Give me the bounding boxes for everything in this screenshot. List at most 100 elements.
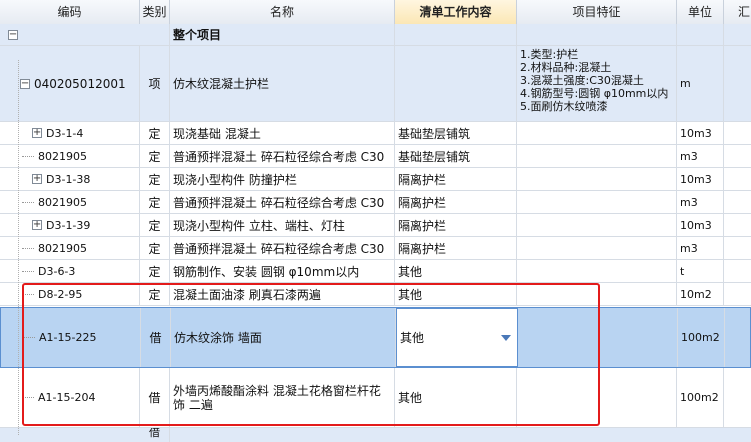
work-content-dropdown[interactable]: 其他 <box>396 308 518 367</box>
item-code: 040205012001 <box>34 76 126 91</box>
row-code: D3-1-39 <box>46 218 91 232</box>
row-type: 定 <box>140 191 170 213</box>
row-features[interactable] <box>518 308 678 367</box>
row-code: D3-1-4 <box>46 126 84 140</box>
row-type: 定 <box>140 122 170 144</box>
quota-row[interactable]: + D3-1-38 定现浇小型构件 防撞护栏 隔离护栏 10m3 <box>0 168 751 191</box>
row-name: 混凝土面油漆 刷真石漆两遍 <box>170 283 395 305</box>
dropdown-value: 其他 <box>400 331 425 345</box>
row-type: 定 <box>140 260 170 282</box>
row-features[interactable] <box>517 168 677 190</box>
feature-line: 3.混凝土强度:C30混凝土 <box>520 74 644 87</box>
collapse-toggle-icon[interactable]: − <box>20 78 30 89</box>
feature-line: 4.钢筋型号:圆钢 φ10mm以内 <box>520 87 669 100</box>
row-code: D3-1-38 <box>46 172 91 186</box>
row-code: D8-2-95 <box>38 287 83 301</box>
row-content[interactable]: 基础垫层铺筑 <box>395 145 517 167</box>
row-features[interactable] <box>517 260 677 282</box>
row-name: 现浇基础 混凝土 <box>170 122 395 144</box>
whole-project-row[interactable]: − 整个项目 <box>0 24 751 46</box>
row-features[interactable] <box>517 122 677 144</box>
row-content[interactable]: 隔离护栏 <box>395 168 517 190</box>
quota-row[interactable]: + D3-1-39 定现浇小型构件 立柱、端柱、灯柱 隔离护栏 10m3 <box>0 214 751 237</box>
row-content[interactable]: 其他 <box>395 283 517 305</box>
row-unit: m3 <box>677 191 724 213</box>
row-type: 定 <box>140 237 170 259</box>
col-type[interactable]: 类别 <box>140 0 170 24</box>
row-name: 普通预拌混凝土 碎石粒径综合考虑 C30 <box>170 145 395 167</box>
row-name: 普通预拌混凝土 碎石粒径综合考虑 C30 <box>170 237 395 259</box>
chevron-down-icon[interactable] <box>501 334 511 341</box>
row-features[interactable] <box>517 283 677 305</box>
row-type: 定 <box>140 145 170 167</box>
col-features[interactable]: 项目特征 <box>517 0 677 24</box>
col-work-content[interactable]: 清单工作内容 <box>395 0 517 24</box>
row-unit: t <box>677 260 724 282</box>
col-code[interactable]: 编码 <box>0 0 140 24</box>
quota-row[interactable]: + D3-1-4 定现浇基础 混凝土 基础垫层铺筑 10m3 <box>0 122 751 145</box>
quota-row[interactable]: D8-2-95 定混凝土面油漆 刷真石漆两遍 其他 10m2 <box>0 283 751 306</box>
item-name: 仿木纹混凝土护栏 <box>170 46 395 121</box>
row-features[interactable] <box>517 191 677 213</box>
row-code: A1-15-225 <box>39 331 97 344</box>
row-unit: 100m2 <box>677 368 724 427</box>
row-content[interactable]: 基础垫层铺筑 <box>395 122 517 144</box>
row-content[interactable]: 隔离护栏 <box>395 214 517 236</box>
col-summary[interactable]: 汇 <box>724 0 751 24</box>
row-type: 借 <box>140 428 170 442</box>
row-code: 8021905 <box>38 195 87 209</box>
bill-item-row[interactable]: − 040205012001 项 仿木纹混凝土护栏 1.类型:护栏 2.材料品种… <box>0 46 751 122</box>
quota-row[interactable]: 8021905 定普通预拌混凝土 碎石粒径综合考虑 C30 隔离护栏 m3 <box>0 237 751 260</box>
row-code: D3-6-3 <box>38 264 76 278</box>
quota-row[interactable]: 8021905 定普通预拌混凝土 碎石粒径综合考虑 C30 隔离护栏 m3 <box>0 191 751 214</box>
row-unit: 10m3 <box>677 122 724 144</box>
row-name: 钢筋制作、安装 圆钢 φ10mm以内 <box>170 260 395 282</box>
row-type: 定 <box>140 168 170 190</box>
tree-guide-line <box>18 60 19 435</box>
row-unit: 10m3 <box>677 214 724 236</box>
column-header: 编码 类别 名称 清单工作内容 项目特征 单位 汇 <box>0 0 751 25</box>
row-unit: m3 <box>677 237 724 259</box>
quota-row[interactable]: A1-15-204 借 外墙丙烯酸酯涂料 混凝土花格窗栏杆花饰 二遍 其他 10… <box>0 368 751 428</box>
row-content[interactable]: 隔离护栏 <box>395 191 517 213</box>
col-name[interactable]: 名称 <box>170 0 395 24</box>
feature-line: 5.面刷仿木纹喷漆 <box>520 100 608 113</box>
row-code: 8021905 <box>38 241 87 255</box>
row-type: 定 <box>140 214 170 236</box>
whole-project-label: 整个项目 <box>170 24 395 45</box>
row-unit: m3 <box>677 145 724 167</box>
row-name: 仿木纹涂饰 墙面 <box>171 308 396 367</box>
expand-toggle-icon[interactable]: + <box>32 174 42 184</box>
row-features[interactable] <box>517 145 677 167</box>
feature-line: 1.类型:护栏 <box>520 48 579 61</box>
row-type: 定 <box>140 283 170 305</box>
item-features[interactable]: 1.类型:护栏 2.材料品种:混凝土 3.混凝土强度:C30混凝土 4.钢筋型号… <box>517 46 677 121</box>
row-content[interactable]: 隔离护栏 <box>395 237 517 259</box>
col-unit[interactable]: 单位 <box>677 0 724 24</box>
selected-quota-row[interactable]: A1-15-225 借 仿木纹涂饰 墙面 其他 100m2 <box>0 307 751 368</box>
row-features[interactable] <box>517 368 677 427</box>
expand-toggle-icon[interactable]: + <box>32 220 42 230</box>
row-type: 借 <box>140 368 170 427</box>
row-unit: 10m2 <box>677 283 724 305</box>
feature-line: 2.材料品种:混凝土 <box>520 61 612 74</box>
row-content[interactable]: 其他 <box>395 260 517 282</box>
row-type: 借 <box>141 308 171 367</box>
row-name: 外墙丙烯酸酯涂料 混凝土花格窗栏杆花饰 二遍 <box>170 368 395 427</box>
row-features[interactable] <box>517 214 677 236</box>
collapse-toggle-icon[interactable]: − <box>8 29 18 40</box>
row-unit: 100m2 <box>678 308 725 367</box>
quota-row[interactable]: D3-6-3 定钢筋制作、安装 圆钢 φ10mm以内 其他 t <box>0 260 751 283</box>
item-content[interactable] <box>395 46 517 121</box>
row-name: 现浇小型构件 立柱、端柱、灯柱 <box>170 214 395 236</box>
item-type: 项 <box>140 46 170 121</box>
row-code: A1-15-204 <box>38 391 96 404</box>
row-name: 现浇小型构件 防撞护栏 <box>170 168 395 190</box>
row-content[interactable]: 其他 <box>395 368 517 427</box>
row-name: 普通预拌混凝土 碎石粒径综合考虑 C30 <box>170 191 395 213</box>
expand-toggle-icon[interactable]: + <box>32 128 42 138</box>
quota-row[interactable]: 8021905 定普通预拌混凝土 碎石粒径综合考虑 C30 基础垫层铺筑 m3 <box>0 145 751 168</box>
row-unit: 10m3 <box>677 168 724 190</box>
row-features[interactable] <box>517 237 677 259</box>
quota-row-partial[interactable]: 借 <box>0 428 751 442</box>
